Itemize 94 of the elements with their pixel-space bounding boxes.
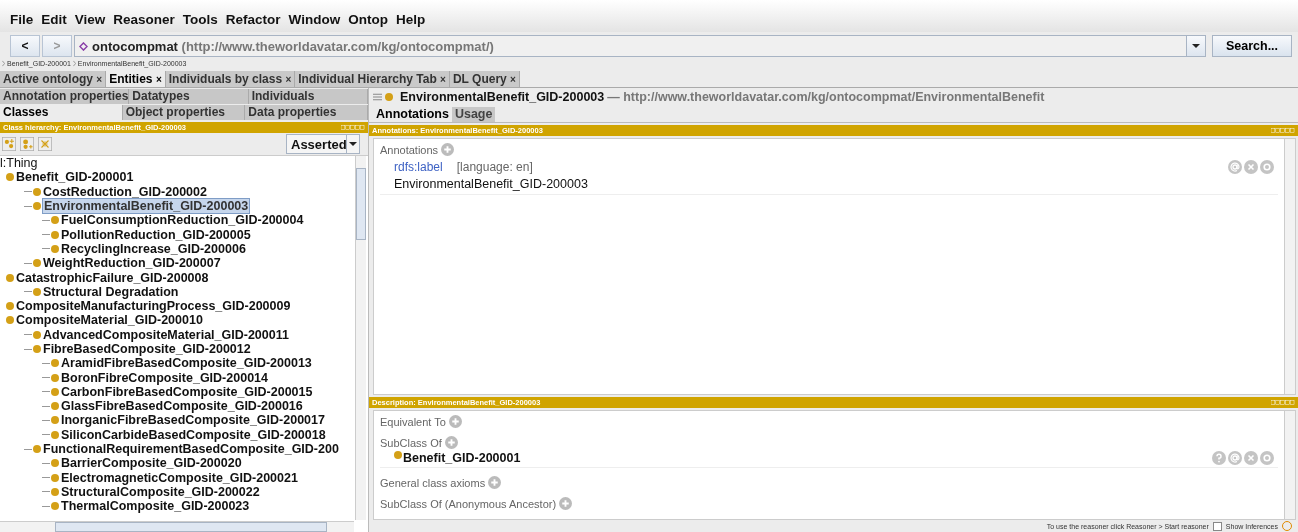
tree-item[interactable]: AramidFibreBasedComposite_GID-200013: [60, 356, 313, 371]
tree-item[interactable]: InorganicFibreBasedComposite_GID-200017: [60, 413, 326, 428]
ontology-selector[interactable]: ontocompmat (http://www.theworldavatar.com/kg/ontocompmat/): [74, 35, 1206, 57]
menu-item[interactable]: File: [10, 11, 34, 27]
tab[interactable]: Usage: [451, 107, 496, 122]
search-button[interactable]: Search...: [1212, 35, 1292, 57]
class-icon: [33, 287, 41, 296]
property-link[interactable]: rdfs:label: [394, 160, 443, 174]
tree-item[interactable]: SiliconCarbideBasedComposite_GID-200018: [60, 427, 327, 442]
tab[interactable]: Datatypes: [129, 89, 249, 104]
delete-icon[interactable]: [1244, 160, 1258, 174]
tree-item[interactable]: l:Thing: [0, 156, 39, 171]
view-controls-icon[interactable]: [1271, 128, 1295, 133]
menu-item[interactable]: View: [74, 11, 106, 27]
ontology-icon: [79, 41, 88, 51]
add-icon[interactable]: [441, 143, 455, 156]
view-controls-icon[interactable]: [341, 125, 365, 130]
tree-item[interactable]: FuelConsumptionReduction_GID-200004: [60, 213, 305, 228]
entity-iri: — http://www.theworldavatar.com/kg/ontocompmat/EnvironmentalBenefit: [607, 89, 1045, 104]
menu-item[interactable]: Help: [395, 11, 426, 27]
tab[interactable]: Individual Hierarchy Tab ×: [295, 71, 450, 87]
language-tag: [language: en]: [456, 160, 533, 174]
scrollbar[interactable]: [1284, 411, 1295, 519]
menu-item[interactable]: Edit: [41, 11, 67, 27]
checkbox[interactable]: [1212, 521, 1222, 531]
class-icon: [33, 259, 41, 268]
delete-class-icon[interactable]: [38, 137, 52, 151]
delete-icon[interactable]: [1244, 451, 1258, 465]
section-title: Equivalent To: [380, 415, 446, 428]
section-title: Annotations: [380, 143, 439, 156]
tree-item[interactable]: PollutionReduction_GID-200005: [60, 227, 252, 242]
tree-item[interactable]: FibreBasedComposite_GID-200012: [42, 342, 252, 356]
tab[interactable]: Individuals: [248, 89, 368, 104]
tab[interactable]: Active ontology ×: [0, 71, 107, 87]
tab[interactable]: Object properties: [122, 105, 246, 120]
tree-item[interactable]: ThermalComposite_GID-200023: [60, 499, 251, 514]
class-icon: [6, 173, 14, 182]
annotate-icon[interactable]: [1228, 160, 1242, 174]
annotate-icon[interactable]: [1228, 451, 1242, 465]
add-icon[interactable]: [444, 436, 458, 449]
class-icon: [385, 92, 393, 101]
tree-item[interactable]: CompositeMaterial_GID-200010: [15, 313, 204, 328]
add-icon[interactable]: [448, 415, 462, 428]
tree-item[interactable]: StructuralComposite_GID-200022: [60, 484, 261, 499]
chevron-icon: [2, 60, 5, 67]
scrollbar[interactable]: [1284, 139, 1295, 394]
add-sibling-icon[interactable]: [20, 137, 34, 151]
entity-name: EnvironmentalBenefit_GID-200003: [400, 89, 605, 104]
tree-item[interactable]: RecyclingIncrease_GID-200006: [60, 241, 247, 256]
section-title: SubClass Of (Anonymous Ancestor): [380, 497, 557, 510]
class-icon: [6, 273, 14, 282]
superclass-name: Benefit_GID-200001: [403, 451, 521, 465]
menu-icon[interactable]: [373, 92, 382, 101]
add-subclass-icon[interactable]: [2, 137, 16, 151]
tree-item[interactable]: EnvironmentalBenefit_GID-200003: [42, 198, 251, 215]
tree-item[interactable]: ElectromagneticComposite_GID-200021: [60, 470, 299, 485]
tree-item[interactable]: AdvancedCompositeMaterial_GID-200011: [42, 327, 290, 342]
view-mode-dropdown[interactable]: Asserted: [286, 134, 360, 154]
tree-item[interactable]: CarbonFibreBasedComposite_GID-200015: [60, 384, 314, 399]
add-icon[interactable]: [559, 497, 573, 510]
view-controls-icon[interactable]: [1271, 400, 1295, 405]
view-icon[interactable]: [1260, 160, 1274, 174]
menu-item[interactable]: Tools: [182, 11, 218, 27]
menu-item[interactable]: Reasoner: [113, 11, 175, 27]
tree-item[interactable]: WeightReduction_GID-200007: [42, 256, 222, 271]
tree-item[interactable]: CostReduction_GID-200002: [42, 184, 208, 199]
tree-item[interactable]: FunctionalRequirementBasedComposite_GID-200: [42, 442, 340, 457]
tab[interactable]: Individuals by class ×: [165, 71, 296, 87]
tree-item[interactable]: CompositeManufacturingProcess_GID-200009: [15, 299, 292, 314]
menu-item[interactable]: Refactor: [225, 11, 281, 27]
scrollbar[interactable]: [355, 156, 366, 520]
tree-item[interactable]: Structural Degradation: [42, 284, 180, 299]
menu-item[interactable]: Ontop: [348, 11, 388, 27]
view-icon[interactable]: [1260, 451, 1274, 465]
section-title: SubClass Of: [380, 436, 442, 449]
tab[interactable]: Data properties: [245, 105, 368, 120]
tab[interactable]: Classes: [0, 105, 123, 120]
tree-item[interactable]: Benefit_GID-200001: [15, 170, 135, 185]
class-icon: [33, 445, 41, 454]
chevron-icon: [72, 60, 76, 67]
tree-item[interactable]: BarrierComposite_GID-200020: [60, 456, 243, 471]
tree-item[interactable]: BoronFibreComposite_GID-200014: [60, 370, 269, 385]
add-icon[interactable]: [488, 476, 502, 489]
help-icon[interactable]: [1212, 451, 1226, 465]
back-button[interactable]: <: [10, 35, 40, 57]
class-icon: [394, 451, 402, 459]
tab[interactable]: Annotation properties: [0, 89, 130, 104]
annotation-value: EnvironmentalBenefit_GID-200003: [394, 177, 589, 191]
section-title: General class axioms: [380, 476, 486, 489]
tree-item[interactable]: CatastrophicFailure_GID-200008: [15, 270, 210, 285]
menu-item[interactable]: Window: [288, 11, 341, 27]
tree-item[interactable]: GlassFibreBasedComposite_GID-200016: [60, 399, 304, 414]
tab[interactable]: DL Query ×: [449, 71, 520, 87]
scrollbar[interactable]: [0, 521, 354, 532]
